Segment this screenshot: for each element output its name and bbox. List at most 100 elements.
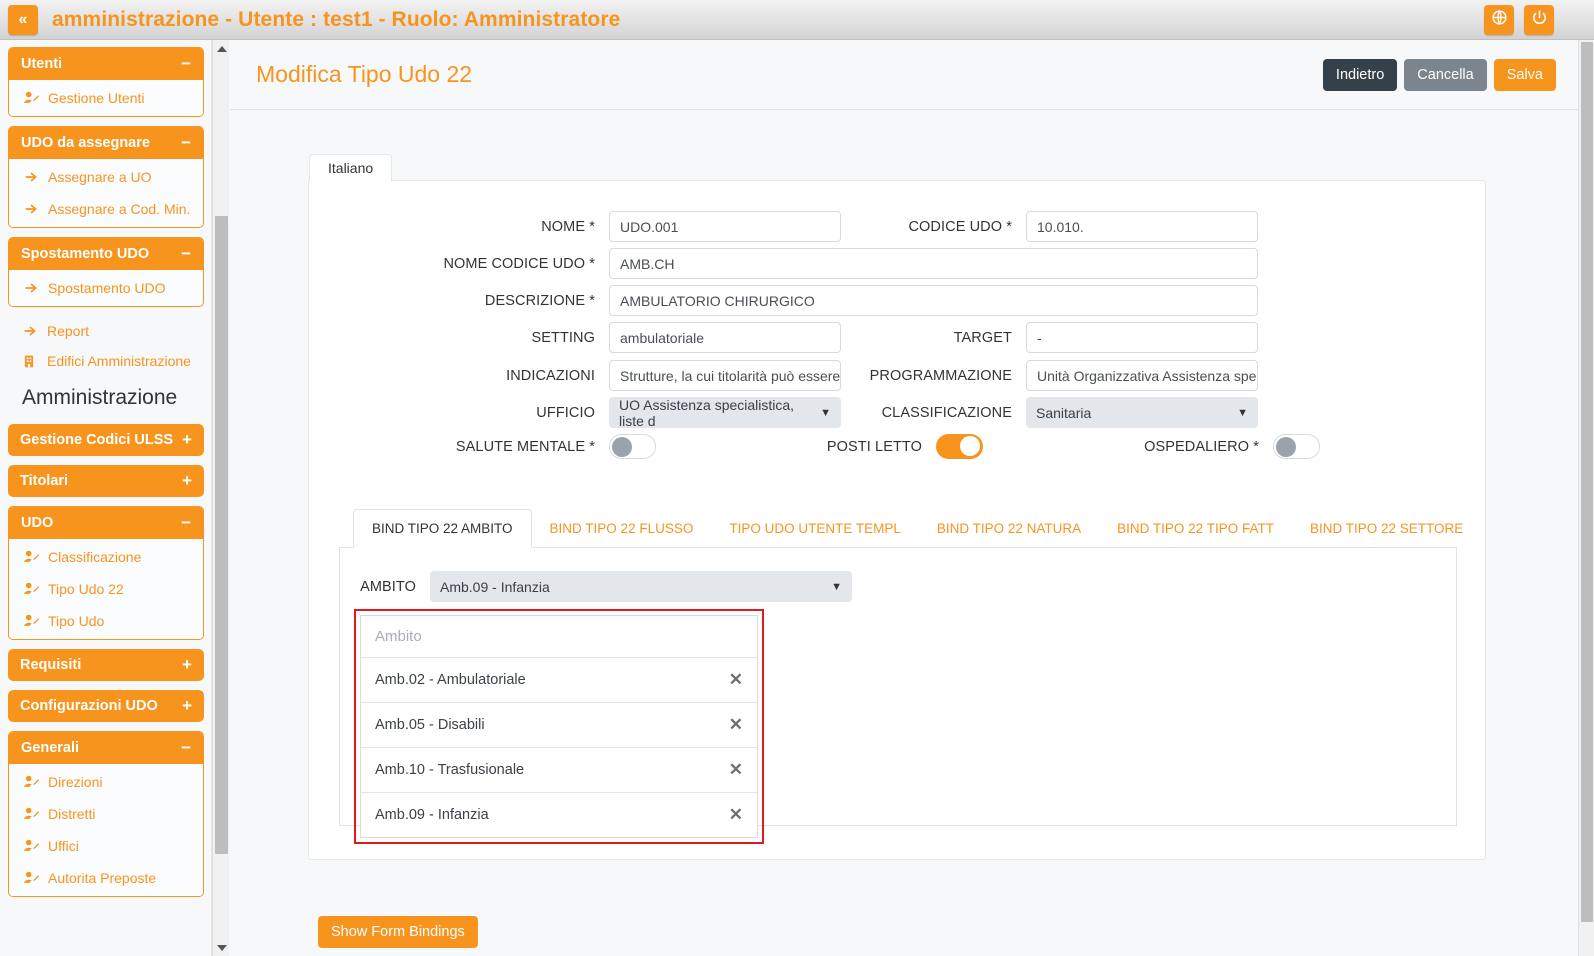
page-header: Modifica Tipo Udo 22 Indietro Cancella S…	[230, 40, 1578, 110]
codice-udo-input[interactable]: 10.010.	[1026, 211, 1258, 242]
classificazione-select[interactable]: Sanitaria ▼	[1026, 397, 1258, 428]
toggle-knob	[1276, 437, 1296, 457]
sidebar-panel-header-generali[interactable]: Generali −	[9, 732, 203, 764]
indicazioni-input[interactable]: Strutture, la cui titolarità può essere …	[609, 360, 841, 391]
sidebar-panel-header-spostamento-udo[interactable]: Spostamento UDO −	[9, 238, 203, 270]
sidebar-scroll-content: Utenti − Gestione Utenti UDO da assegnare − A…	[0, 40, 211, 906]
sidebar-panel-header-udo[interactable]: UDO −	[9, 507, 203, 539]
label-indicazioni: INDICAZIONI	[506, 367, 595, 384]
show-form-bindings-button[interactable]: Show Form Bindings	[318, 916, 478, 948]
setting-input[interactable]: ambulatoriale	[609, 322, 841, 353]
ospedaliero-toggle[interactable]	[1273, 434, 1320, 459]
tab-tipo-udo-utente-templ[interactable]: TIPO UDO UTENTE TEMPL	[711, 510, 919, 547]
cancel-button[interactable]: Cancella	[1404, 58, 1487, 91]
tab-bind-tipo-22-ambito[interactable]: BIND TIPO 22 AMBITO	[353, 509, 532, 548]
sidebar-item-autorita-preposte[interactable]: Autorita Preposte	[9, 862, 203, 894]
sidebar-panel-header-udo-da-assegnare[interactable]: UDO da assegnare −	[9, 127, 203, 159]
label-nome-codice-udo: NOME CODICE UDO *	[443, 255, 595, 272]
sidebar-item-label: Distretti	[48, 806, 96, 822]
sidebar-panel-configurazioni-udo: Configurazioni UDO +	[8, 690, 204, 722]
ufficio-select[interactable]: UO Assistenza specialistica, liste d ▼	[609, 397, 841, 429]
tab-bind-tipo-22-natura[interactable]: BIND TIPO 22 NATURA	[919, 510, 1099, 547]
chevron-down-icon	[216, 944, 227, 951]
language-button[interactable]	[1484, 4, 1514, 35]
sidebar-item-distretti[interactable]: Distretti	[9, 798, 203, 830]
sidebar-panel-titolari: Titolari +	[8, 465, 204, 497]
sidebar-panel-header-gestione-codici-ulss[interactable]: Gestione Codici ULSS +	[8, 424, 204, 456]
ambito-list-item[interactable]: Amb.05 - Disabili ✕	[361, 703, 757, 748]
minus-icon: −	[181, 738, 191, 757]
save-button[interactable]: Salva	[1493, 58, 1556, 91]
sidebar-panel-body-udo-da-assegnare: Assegnare a UO Assegnare a Cod. Min.	[9, 159, 203, 227]
sidebar-bare-items: Report Edifici Amministrazione	[0, 316, 211, 376]
sidebar-item-edifici-amministrazione[interactable]: Edifici Amministrazione	[8, 346, 204, 376]
descrizione-input[interactable]: AMBULATORIO CHIRURGICO	[609, 285, 1258, 316]
sidebar-scroll-down-button[interactable]	[213, 939, 230, 956]
ambito-list-item-label: Amb.10 - Trasfusionale	[375, 762, 525, 778]
chevron-down-icon: ▼	[831, 580, 842, 593]
sidebar-panel-body-spostamento-udo: Spostamento UDO	[9, 270, 203, 306]
sidebar-scroll-up-button[interactable]	[213, 40, 230, 57]
page-title: Modifica Tipo Udo 22	[256, 61, 473, 87]
topbar-actions	[1484, 4, 1554, 35]
sidebar-panel-body-udo: Classificazione Tipo Udo 22 Tipo Udo	[9, 539, 203, 639]
posti-letto-toggle[interactable]	[936, 434, 983, 459]
sidebar-section-title: Amministrazione	[22, 386, 178, 409]
sidebar-scrollbar[interactable]	[212, 40, 229, 956]
salute-mentale-toggle[interactable]	[609, 434, 656, 459]
tab-bind-tipo-22-flusso[interactable]: BIND TIPO 22 FLUSSO	[532, 510, 712, 547]
label-ospedaliero: OSPEDALIERO *	[1144, 438, 1259, 455]
sidebar-collapse-button[interactable]: «	[8, 4, 38, 35]
ambito-list-item[interactable]: Amb.09 - Infanzia ✕	[361, 793, 757, 837]
sidebar-item-label: Assegnare a Cod. Min.	[48, 201, 191, 217]
sidebar-item-label: Report	[47, 323, 90, 339]
sidebar-item-assegnare-a-cod-min[interactable]: Assegnare a Cod. Min.	[9, 193, 203, 225]
user-edit-icon	[23, 871, 40, 886]
sidebar-panel-header-utenti[interactable]: Utenti −	[9, 48, 203, 80]
remove-icon[interactable]: ✕	[729, 670, 743, 690]
remove-icon[interactable]: ✕	[729, 760, 743, 780]
target-input[interactable]: -	[1026, 322, 1258, 353]
sidebar-item-gestione-utenti[interactable]: Gestione Utenti	[9, 82, 203, 114]
nome-input[interactable]: UDO.001	[609, 211, 841, 242]
sidebar-item-classificazione[interactable]: Classificazione	[9, 541, 203, 573]
page-action-buttons: Indietro Cancella Salva	[1322, 58, 1556, 91]
user-edit-icon	[23, 775, 40, 790]
minus-icon: −	[181, 133, 191, 152]
ambito-list-item[interactable]: Amb.02 - Ambulatoriale ✕	[361, 658, 757, 703]
nome-codice-udo-input[interactable]: AMB.CH	[609, 248, 1258, 279]
page-scrollbar-thumb[interactable]	[1581, 42, 1593, 922]
minus-icon: −	[181, 244, 191, 263]
sidebar-scrollbar-thumb[interactable]	[215, 216, 228, 854]
label-ufficio: UFFICIO	[536, 404, 595, 421]
back-button[interactable]: Indietro	[1322, 58, 1398, 91]
sidebar-panel-title: Titolari	[20, 473, 69, 489]
sidebar-item-spostamento-udo[interactable]: Spostamento UDO	[9, 272, 203, 304]
sidebar-item-assegnare-a-uo[interactable]: Assegnare a UO	[9, 161, 203, 193]
sidebar-item-report[interactable]: Report	[8, 316, 204, 346]
sidebar-panel-title: UDO	[21, 515, 54, 531]
toggle-knob	[612, 437, 632, 457]
sidebar-panel-title: Utenti	[21, 56, 63, 72]
sidebar-item-uffici[interactable]: Uffici	[9, 830, 203, 862]
label-posti-letto: POSTI LETTO	[826, 438, 922, 455]
sidebar-panel-header-titolari[interactable]: Titolari +	[8, 465, 204, 497]
tab-bind-tipo-22-tipo-fatt[interactable]: BIND TIPO 22 TIPO FATT	[1099, 510, 1292, 547]
tab-language-italiano[interactable]: Italiano	[309, 154, 393, 182]
page-scrollbar[interactable]	[1578, 40, 1594, 956]
sidebar-panel-header-requisiti[interactable]: Requisiti +	[8, 649, 204, 681]
ambito-list-item[interactable]: Amb.10 - Trasfusionale ✕	[361, 748, 757, 793]
remove-icon[interactable]: ✕	[729, 715, 743, 735]
remove-icon[interactable]: ✕	[729, 805, 743, 825]
sidebar-panel-title: Requisiti	[20, 657, 82, 673]
sidebar-panel-header-configurazioni-udo[interactable]: Configurazioni UDO +	[8, 690, 204, 722]
sidebar-item-direzioni[interactable]: Direzioni	[9, 766, 203, 798]
arrow-right-icon	[22, 324, 38, 339]
tab-bind-tipo-22-settore[interactable]: BIND TIPO 22 SETTORE	[1292, 510, 1481, 547]
sidebar-item-tipo-udo-22[interactable]: Tipo Udo 22	[9, 573, 203, 605]
sidebar-item-tipo-udo[interactable]: Tipo Udo	[9, 605, 203, 637]
logout-button[interactable]	[1524, 4, 1554, 35]
label-classificazione: CLASSIFICAZIONE	[881, 404, 1012, 421]
ambito-select[interactable]: Amb.09 - Infanzia ▼	[430, 571, 852, 602]
programmazione-input[interactable]: Unità Organizzativa Assistenza speci	[1026, 360, 1258, 391]
